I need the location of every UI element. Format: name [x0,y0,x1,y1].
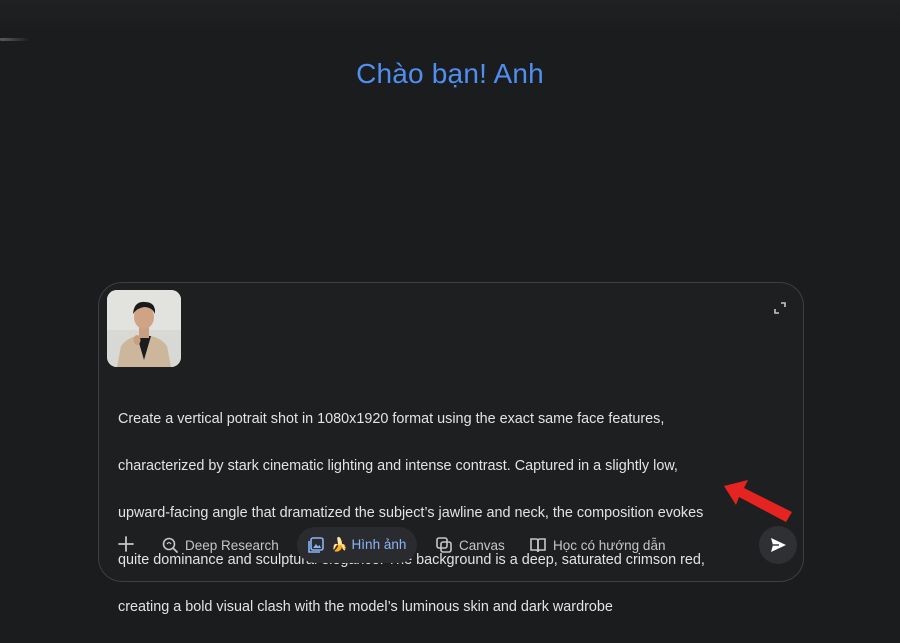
prompt-input[interactable]: Create a vertical potrait shot in 1080x1… [118,384,758,643]
tool-label: Học có hướng dẫn [553,537,666,553]
prompt-composer[interactable]: Create a vertical potrait shot in 1080x1… [98,282,805,615]
top-bar [0,0,900,30]
greeting-title: Chào bạn! Anh [356,58,544,89]
tool-image[interactable]: 🍌 Hình ảnh [297,527,417,563]
portrait-photo [107,290,181,367]
annotation-arrow-icon [724,480,792,522]
tool-label: 🍌 Hình ảnh [331,537,407,552]
prompt-line: Create a vertical potrait shot in 1080x1… [118,410,665,427]
prompt-line: creating a bold visual clash with the mo… [118,598,613,615]
tool-label: Canvas [459,537,505,553]
sidebar-handle[interactable] [0,38,30,41]
tool-canvas[interactable]: Canvas [425,527,515,563]
expand-icon[interactable] [773,301,787,315]
prompt-line: characterized by stark cinematic lightin… [118,457,678,474]
tool-deep-research[interactable]: Deep Research [151,527,289,563]
guided-learning-icon [530,538,546,553]
tool-label: Deep Research [185,537,279,553]
canvas-icon [436,537,452,553]
send-icon [771,538,786,552]
plus-icon[interactable] [115,533,137,555]
deep-research-icon [162,537,178,553]
image-icon [308,537,324,553]
attached-image-thumbnail[interactable] [107,290,181,367]
send-button[interactable] [759,526,797,564]
tool-guided-learning[interactable]: Học có hướng dẫn [519,527,675,563]
composer-toolbar: Deep Research 🍌 Hình ảnh Canvas Học có h… [99,525,805,565]
prompt-line: upward-facing angle that dramatized the … [118,504,704,521]
